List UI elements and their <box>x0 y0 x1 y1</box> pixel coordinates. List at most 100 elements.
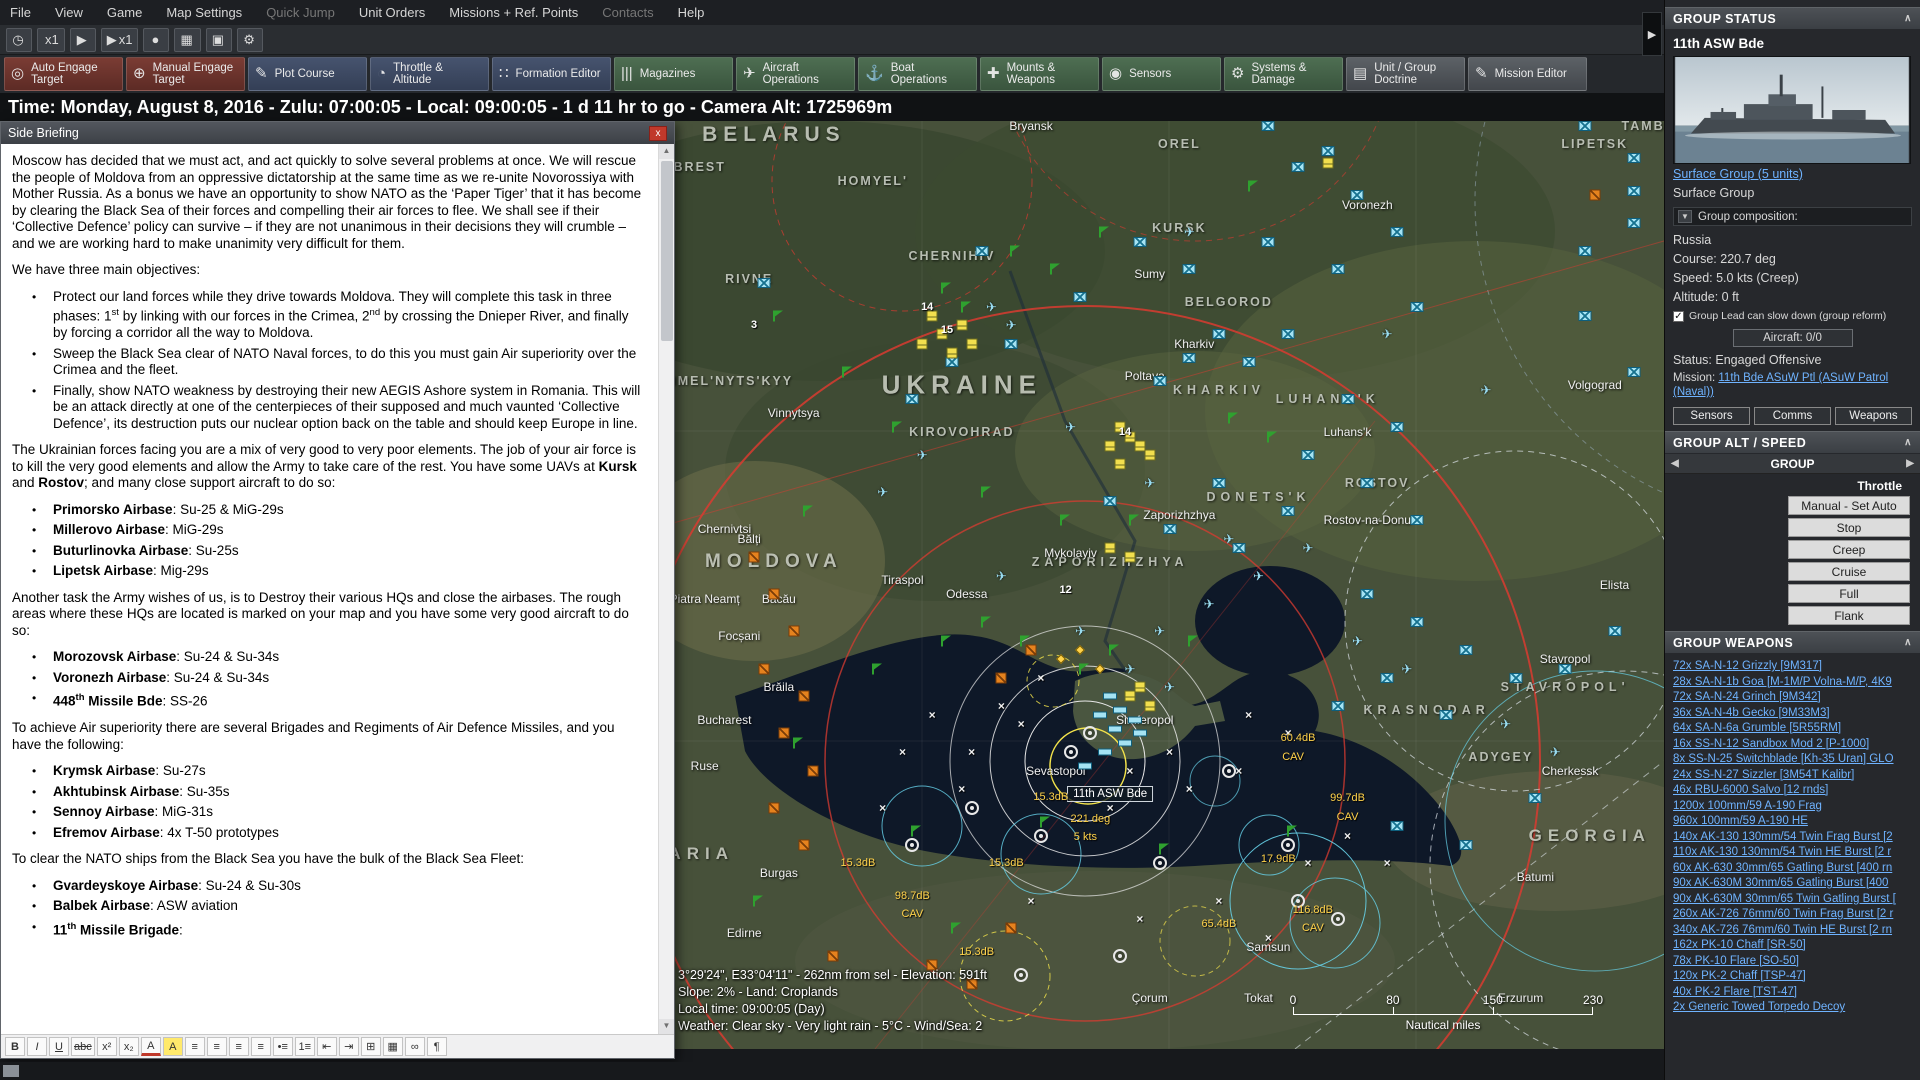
weapon-item[interactable]: 64x SA-N-6a Grumble [5R55RM] <box>1673 721 1917 737</box>
group-weapons-header[interactable]: GROUP WEAPONS ∧ <box>1665 631 1920 654</box>
unknown-contact-icon[interactable]: × <box>1265 932 1272 944</box>
ring-contact-icon[interactable] <box>1113 949 1127 963</box>
plot-course-button[interactable]: ✎Plot Course <box>248 57 367 91</box>
flag-unit-icon[interactable] <box>1060 515 1062 526</box>
hostile-installation-icon[interactable] <box>798 839 809 850</box>
scroll-down-icon[interactable]: ▼ <box>659 1019 674 1034</box>
aircraft-contact-icon[interactable]: ✈ <box>1352 634 1363 647</box>
surface-contact-icon[interactable] <box>1113 707 1127 714</box>
manual-engage-target-button[interactable]: ⊕Manual Engage Target <box>126 57 245 91</box>
printer-button[interactable]: ▦ <box>174 28 200 52</box>
surface-contact-icon[interactable] <box>1118 739 1132 746</box>
aircraft-contact-icon[interactable]: ✈ <box>1401 662 1412 675</box>
unknown-contact-icon[interactable]: × <box>1384 857 1391 869</box>
installation-icon[interactable] <box>1104 496 1117 506</box>
weapon-item[interactable]: 120x PK-2 Chaff [TSP-47] <box>1673 969 1917 985</box>
flag-unit-icon[interactable] <box>753 895 755 906</box>
weapon-item[interactable]: 162x PK-10 Chaff [SR-50] <box>1673 938 1917 954</box>
weapon-item[interactable]: 2x Generic Towed Torpedo Decoy <box>1673 1000 1917 1016</box>
unknown-contact-icon[interactable]: × <box>899 746 906 758</box>
weapon-item[interactable]: 46x RBU-6000 Salvo [12 rnds] <box>1673 783 1917 799</box>
hostile-installation-icon[interactable] <box>749 552 760 563</box>
aircraft-contact-icon[interactable]: ✈ <box>1124 662 1135 675</box>
unknown-contact-icon[interactable]: × <box>998 700 1005 712</box>
installation-icon[interactable] <box>1292 162 1305 172</box>
mounts-weapons-button[interactable]: ✚Mounts & Weapons <box>980 57 1099 91</box>
surface-contact-icon[interactable] <box>1103 693 1117 700</box>
align-center-button[interactable]: ≡ <box>207 1037 227 1056</box>
unknown-contact-icon[interactable]: × <box>1245 709 1252 721</box>
installation-icon[interactable] <box>1212 478 1225 488</box>
unknown-contact-icon[interactable]: × <box>1136 913 1143 925</box>
installation-icon[interactable] <box>1410 617 1423 627</box>
close-icon[interactable]: x <box>649 126 667 141</box>
installation-icon[interactable] <box>1321 146 1334 156</box>
insert-link-button[interactable]: ∞ <box>405 1037 425 1056</box>
briefing-title-bar[interactable]: Side Briefing x <box>1 122 674 144</box>
flag-unit-icon[interactable] <box>1248 180 1250 191</box>
installation-icon[interactable] <box>1628 153 1641 163</box>
ring-contact-icon[interactable] <box>1222 764 1236 778</box>
clock-icon[interactable]: ◷ <box>6 28 32 52</box>
surface-contact-icon[interactable] <box>1108 725 1122 732</box>
aircraft-contact-icon[interactable]: ✈ <box>1164 681 1175 694</box>
flag-unit-icon[interactable] <box>1040 816 1042 827</box>
ground-unit-icon[interactable] <box>1134 682 1145 693</box>
installation-icon[interactable] <box>1331 264 1344 274</box>
weapon-item[interactable]: 60x AK-630 30mm/65 Gatling Burst [400 rn <box>1673 861 1917 877</box>
flag-unit-icon[interactable] <box>892 422 894 433</box>
aircraft-contact-icon[interactable]: ✈ <box>1075 625 1086 638</box>
arrow-left-icon[interactable]: ◀ <box>1671 458 1679 469</box>
scroll-up-icon[interactable]: ▲ <box>659 144 674 159</box>
flag-unit-icon[interactable] <box>1020 635 1022 646</box>
surface-contact-icon[interactable] <box>1098 749 1112 756</box>
align-left-button[interactable]: ≡ <box>185 1037 205 1056</box>
installation-icon[interactable] <box>1410 302 1423 312</box>
installation-icon[interactable] <box>1529 793 1542 803</box>
numbered-list-button[interactable]: 1≡ <box>295 1037 315 1056</box>
settings-gear-icon[interactable]: ⚙ <box>237 28 263 52</box>
installation-icon[interactable] <box>1460 645 1473 655</box>
menu-game[interactable]: Game <box>107 5 142 20</box>
throttle-cruise-button[interactable]: Cruise <box>1788 562 1910 581</box>
surface-contact-icon[interactable] <box>1128 716 1142 723</box>
unknown-contact-icon[interactable]: × <box>1037 672 1044 684</box>
surface-group-link[interactable]: Surface Group (5 units) <box>1673 167 1803 181</box>
italic-button[interactable]: I <box>27 1037 47 1056</box>
installation-icon[interactable] <box>945 357 958 367</box>
formation-editor-button[interactable]: ∷Formation Editor <box>492 57 611 91</box>
installation-icon[interactable] <box>1163 524 1176 534</box>
insert-table-button[interactable]: ⊞ <box>361 1037 381 1056</box>
hostile-installation-icon[interactable] <box>768 802 779 813</box>
installation-icon[interactable] <box>1578 311 1591 321</box>
installation-icon[interactable] <box>1578 121 1591 131</box>
bold-button[interactable]: B <box>5 1037 25 1056</box>
mission-editor-button[interactable]: ✎Mission Editor <box>1468 57 1587 91</box>
unknown-contact-icon[interactable]: × <box>958 783 965 795</box>
menu-quick-jump[interactable]: Quick Jump <box>266 5 335 20</box>
panel-collapse-tab[interactable]: ▶ <box>1642 12 1662 56</box>
unit-group-doctrine-button[interactable]: ▤Unit / Group Doctrine <box>1346 57 1465 91</box>
installation-icon[interactable] <box>1608 626 1621 636</box>
sensors-button[interactable]: ◉Sensors <box>1102 57 1221 91</box>
aircraft-contact-icon[interactable]: ✈ <box>917 449 928 462</box>
unknown-contact-icon[interactable]: × <box>1028 895 1035 907</box>
flag-unit-icon[interactable] <box>1050 264 1052 275</box>
weapon-item[interactable]: 110x AK-130 130mm/54 Twin HE Burst [2 r <box>1673 845 1917 861</box>
ring-contact-icon[interactable] <box>1014 968 1028 982</box>
ground-unit-icon[interactable] <box>1144 450 1155 461</box>
installation-icon[interactable] <box>1005 339 1018 349</box>
installation-icon[interactable] <box>1331 701 1344 711</box>
ground-unit-icon[interactable] <box>956 320 967 331</box>
installation-icon[interactable] <box>1341 394 1354 404</box>
menu-missions-ref-points[interactable]: Missions + Ref. Points <box>449 5 578 20</box>
installation-icon[interactable] <box>1242 357 1255 367</box>
manual-set-auto-button[interactable]: Manual - Set Auto <box>1788 496 1910 515</box>
hostile-installation-icon[interactable] <box>1026 644 1037 655</box>
flag-unit-icon[interactable] <box>803 505 805 516</box>
throttle-flank-button[interactable]: Flank <box>1788 606 1910 625</box>
menu-unit-orders[interactable]: Unit Orders <box>359 5 425 20</box>
flag-unit-icon[interactable] <box>961 301 963 312</box>
aircraft-contact-icon[interactable]: ✈ <box>996 569 1007 582</box>
hostile-installation-icon[interactable] <box>828 951 839 962</box>
